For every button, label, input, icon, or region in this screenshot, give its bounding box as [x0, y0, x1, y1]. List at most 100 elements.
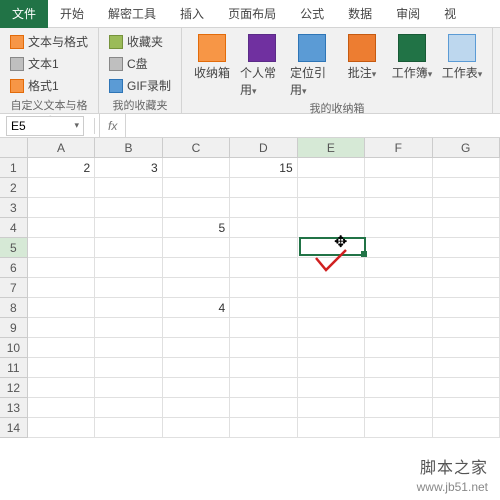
- cell[interactable]: [298, 238, 365, 258]
- cell[interactable]: [230, 278, 297, 298]
- tab-7[interactable]: 审阅: [384, 0, 432, 28]
- row-header[interactable]: 14: [0, 418, 28, 438]
- format1-btn[interactable]: 格式1: [8, 76, 90, 95]
- cell[interactable]: [298, 378, 365, 398]
- cell[interactable]: [433, 258, 500, 278]
- cell[interactable]: [95, 198, 162, 218]
- row-header[interactable]: 12: [0, 378, 28, 398]
- cell[interactable]: [230, 178, 297, 198]
- cell[interactable]: [95, 398, 162, 418]
- row-header[interactable]: 13: [0, 398, 28, 418]
- cell[interactable]: 5: [163, 218, 230, 238]
- cell[interactable]: [163, 278, 230, 298]
- col-header[interactable]: E: [298, 138, 365, 158]
- cell[interactable]: [28, 418, 95, 438]
- col-header[interactable]: D: [230, 138, 297, 158]
- cell[interactable]: [433, 218, 500, 238]
- cell[interactable]: [28, 338, 95, 358]
- col-header[interactable]: C: [163, 138, 230, 158]
- cell[interactable]: [365, 338, 432, 358]
- cell[interactable]: [95, 238, 162, 258]
- tab-2[interactable]: 解密工具: [96, 0, 168, 28]
- tab-3[interactable]: 插入: [168, 0, 216, 28]
- tab-6[interactable]: 数据: [336, 0, 384, 28]
- tab-4[interactable]: 页面布局: [216, 0, 288, 28]
- row-header[interactable]: 10: [0, 338, 28, 358]
- col-header[interactable]: F: [365, 138, 432, 158]
- cell[interactable]: [95, 378, 162, 398]
- row-header[interactable]: 5: [0, 238, 28, 258]
- cell[interactable]: [230, 318, 297, 338]
- cell[interactable]: [365, 298, 432, 318]
- bigbtn-sheet[interactable]: 工作表▾: [440, 32, 484, 81]
- cell[interactable]: [230, 338, 297, 358]
- cell[interactable]: [230, 298, 297, 318]
- cell[interactable]: [298, 198, 365, 218]
- cell[interactable]: [365, 278, 432, 298]
- cell[interactable]: [365, 398, 432, 418]
- cell[interactable]: [28, 298, 95, 318]
- cell[interactable]: [230, 238, 297, 258]
- c-drive-btn[interactable]: C盘: [107, 54, 173, 73]
- cell[interactable]: [433, 398, 500, 418]
- cell[interactable]: [298, 158, 365, 178]
- cell[interactable]: [163, 238, 230, 258]
- cell[interactable]: [230, 258, 297, 278]
- cell[interactable]: [433, 158, 500, 178]
- cell[interactable]: [298, 218, 365, 238]
- col-header[interactable]: G: [433, 138, 500, 158]
- row-header[interactable]: 11: [0, 358, 28, 378]
- cell[interactable]: [95, 298, 162, 318]
- cell[interactable]: [298, 418, 365, 438]
- cell[interactable]: [95, 258, 162, 278]
- tab-5[interactable]: 公式: [288, 0, 336, 28]
- select-all-corner[interactable]: [0, 138, 28, 158]
- cell[interactable]: [298, 258, 365, 278]
- cell[interactable]: [365, 238, 432, 258]
- cell[interactable]: [163, 158, 230, 178]
- spreadsheet-grid[interactable]: ABCDEFG1231523455678491011121314✥: [0, 138, 500, 438]
- cell[interactable]: 4: [163, 298, 230, 318]
- cell[interactable]: [298, 278, 365, 298]
- cell[interactable]: [365, 158, 432, 178]
- cell[interactable]: [365, 218, 432, 238]
- cell[interactable]: [230, 358, 297, 378]
- cell[interactable]: [163, 258, 230, 278]
- cell[interactable]: [298, 398, 365, 418]
- cell[interactable]: [298, 358, 365, 378]
- cell[interactable]: [230, 198, 297, 218]
- cell[interactable]: [163, 378, 230, 398]
- row-header[interactable]: 7: [0, 278, 28, 298]
- cell[interactable]: [365, 178, 432, 198]
- tab-1[interactable]: 开始: [48, 0, 96, 28]
- cell[interactable]: [95, 418, 162, 438]
- formula-input[interactable]: [125, 114, 500, 137]
- bigbtn-loc[interactable]: 定位引用▾: [290, 32, 334, 98]
- cell[interactable]: [433, 378, 500, 398]
- cell[interactable]: [433, 358, 500, 378]
- cell[interactable]: [298, 318, 365, 338]
- cell[interactable]: [298, 178, 365, 198]
- cell[interactable]: [298, 338, 365, 358]
- cell[interactable]: [433, 198, 500, 218]
- name-box[interactable]: E5▾: [6, 116, 84, 136]
- col-header[interactable]: B: [95, 138, 162, 158]
- cell[interactable]: [433, 238, 500, 258]
- fx-label[interactable]: fx: [99, 114, 125, 137]
- cell[interactable]: 15: [230, 158, 297, 178]
- cell[interactable]: [365, 198, 432, 218]
- bigbtn-book[interactable]: 工作簿▾: [390, 32, 434, 81]
- cell[interactable]: [28, 238, 95, 258]
- cell[interactable]: [95, 278, 162, 298]
- cell[interactable]: [28, 178, 95, 198]
- tab-8[interactable]: 视: [432, 0, 468, 28]
- row-header[interactable]: 4: [0, 218, 28, 238]
- text-and-format-btn[interactable]: 文本与格式: [8, 32, 90, 51]
- cell[interactable]: [433, 318, 500, 338]
- row-header[interactable]: 9: [0, 318, 28, 338]
- cell[interactable]: [28, 398, 95, 418]
- cell[interactable]: [163, 398, 230, 418]
- cell[interactable]: [28, 378, 95, 398]
- cell[interactable]: [230, 418, 297, 438]
- row-header[interactable]: 8: [0, 298, 28, 318]
